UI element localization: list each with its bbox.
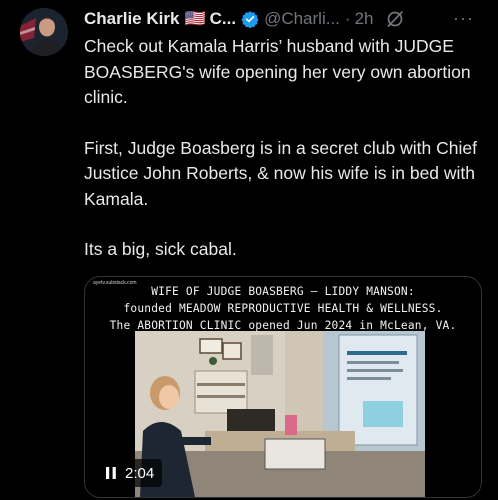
flag-emoji: 🇺🇸 (184, 9, 206, 28)
grok-icon[interactable] (385, 9, 405, 29)
video-player[interactable]: ayetv.substack.com WIFE OF JUDGE BOASBER… (84, 276, 482, 498)
tweet-paragraph: Check out Kamala Harris’ husband with JU… (84, 36, 471, 107)
pause-icon[interactable] (105, 466, 117, 480)
video-controls: 2:04 (97, 459, 163, 487)
caption-line: WIFE OF JUDGE BOASBERG — LIDDY MANSON: (151, 285, 415, 298)
author-name-truncated[interactable]: C... (210, 9, 236, 29)
tweet-paragraph: Its a big, sick cabal. (84, 239, 237, 259)
tweet-timestamp[interactable]: 2h (355, 9, 374, 29)
author-avatar[interactable] (20, 8, 68, 56)
video-frame (135, 331, 425, 497)
tweet-body: Check out Kamala Harris’ husband with JU… (84, 34, 484, 263)
caption-line: The ABORTION CLINIC opened Jun 2024 in M… (109, 319, 457, 332)
author-handle[interactable]: @Charli... (264, 9, 340, 29)
avatar-image (20, 8, 68, 56)
tweet-header: Charlie Kirk 🇺🇸 C... @Charli... · 2h ··· (84, 8, 488, 30)
tweet-paragraph: First, Judge Boasberg is in a secret clu… (84, 137, 477, 209)
more-icon[interactable]: ··· (453, 8, 474, 29)
video-caption: WIFE OF JUDGE BOASBERG — LIDDY MANSON: f… (85, 283, 481, 334)
verified-badge-icon (241, 10, 259, 28)
caption-line: founded MEADOW REPRODUCTIVE HEALTH & WEL… (123, 302, 443, 315)
author-name[interactable]: Charlie Kirk (84, 9, 179, 29)
separator-dot: · (344, 9, 351, 28)
video-duration: 2:04 (125, 464, 155, 482)
